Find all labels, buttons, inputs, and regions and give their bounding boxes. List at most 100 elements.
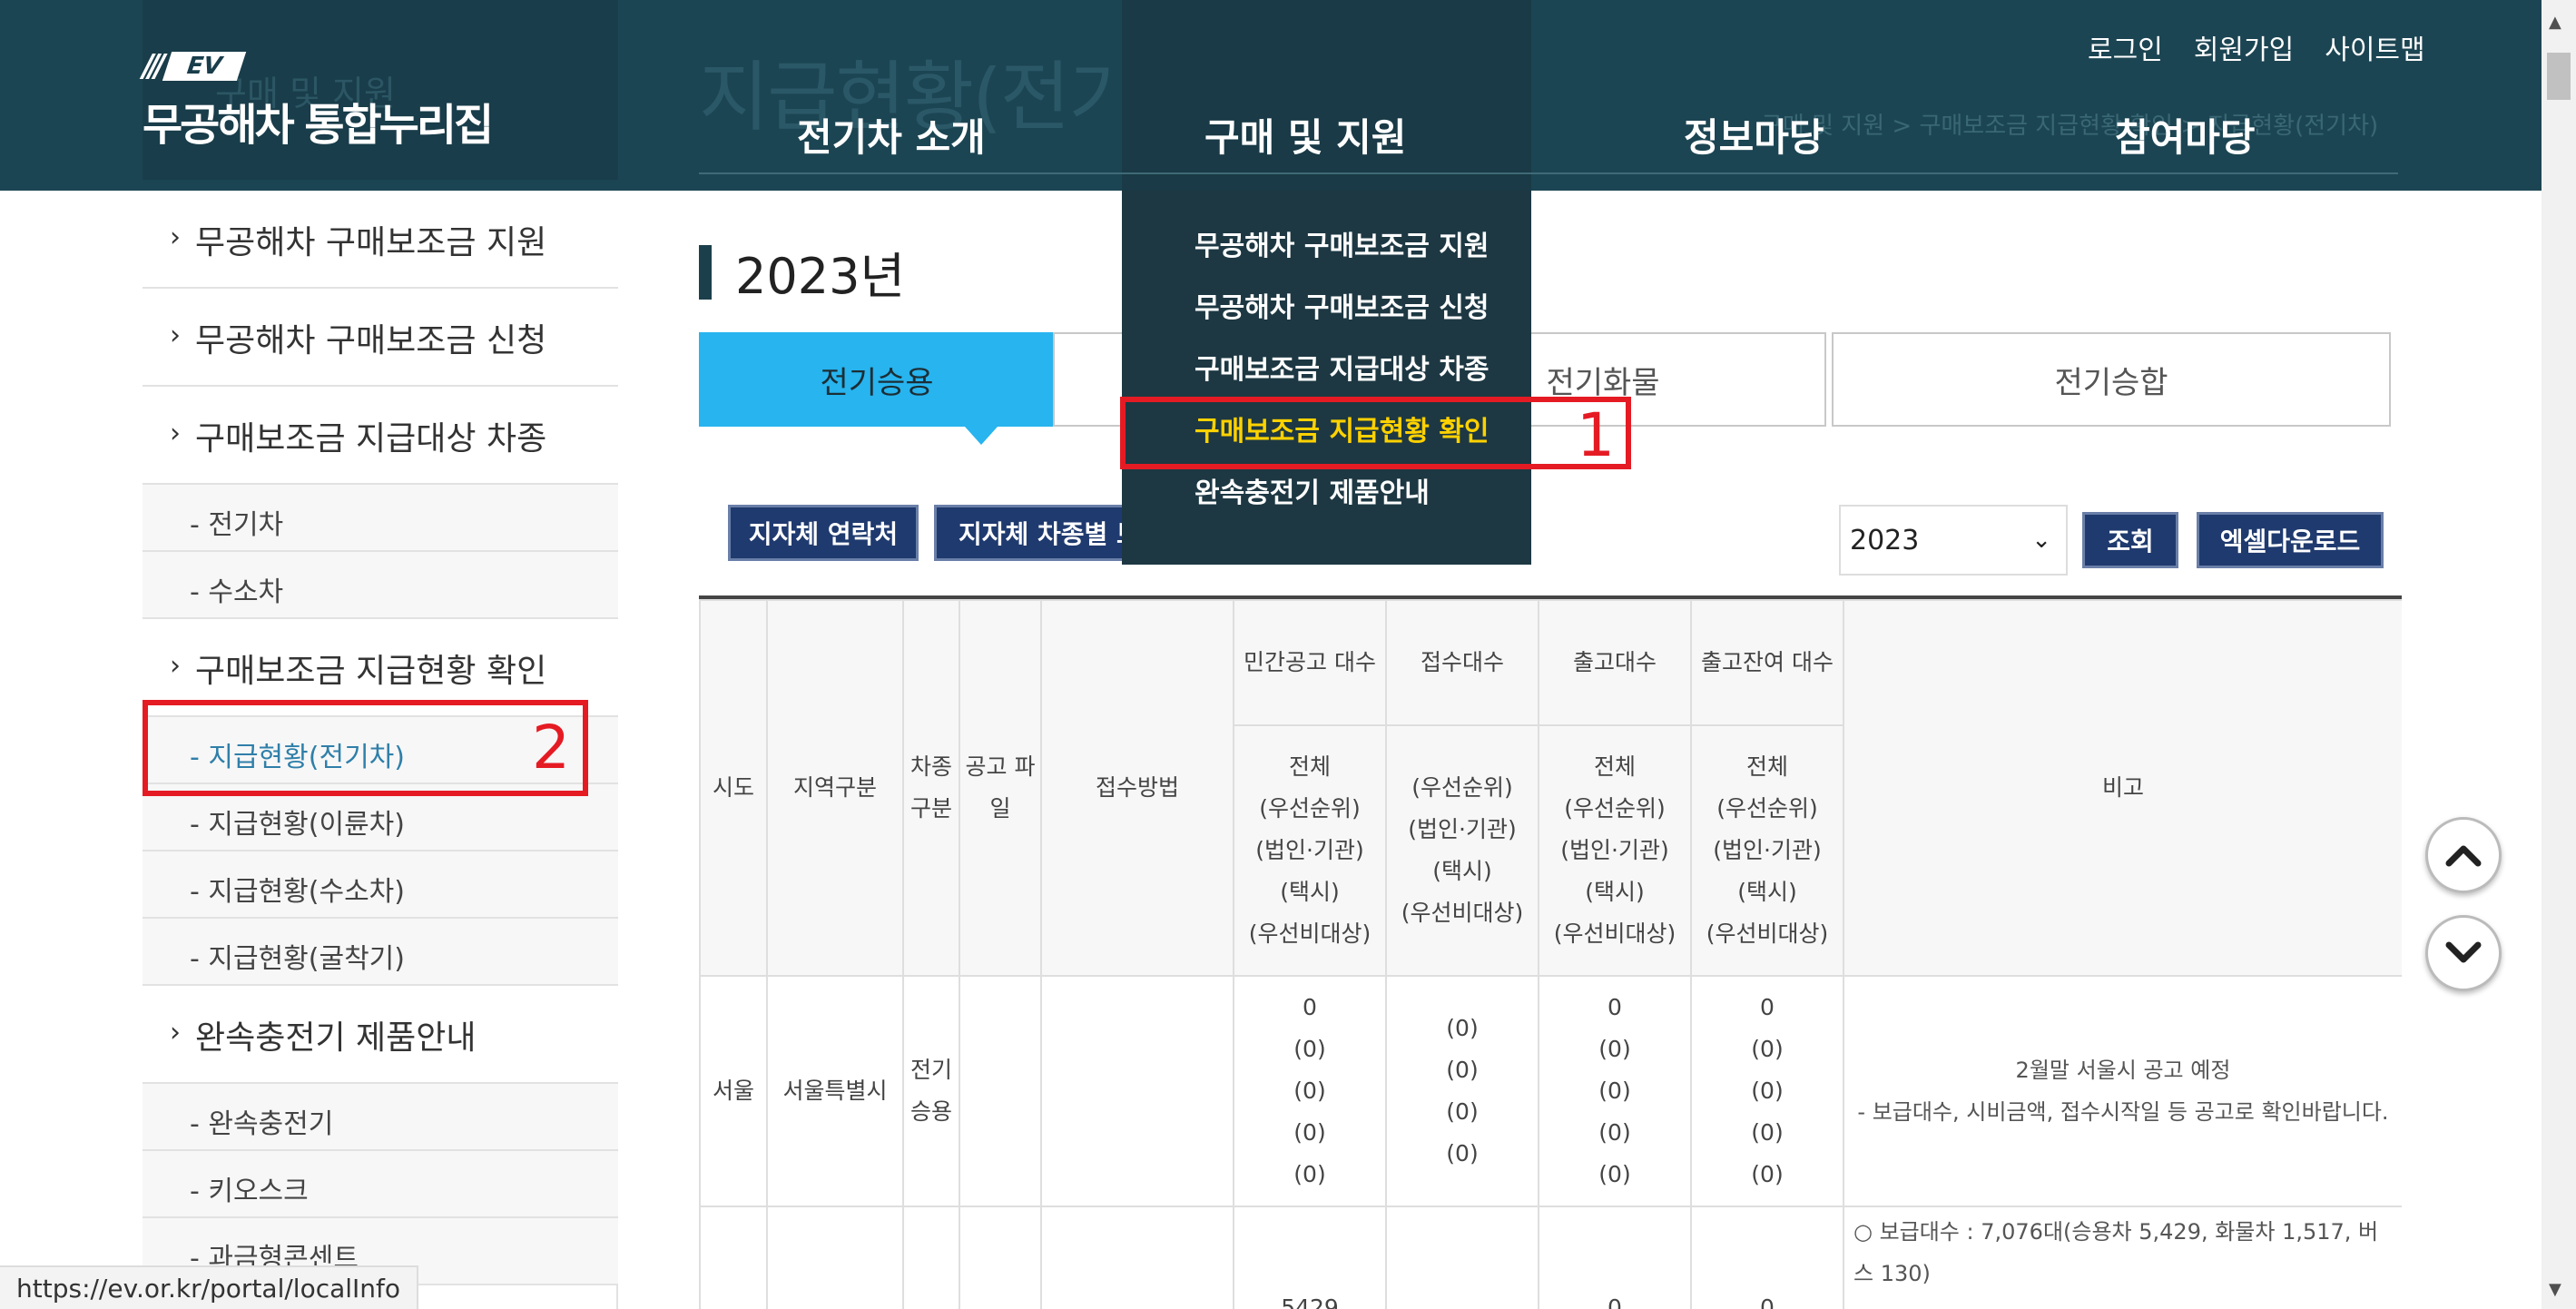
header-public-count: 민간공고 대수 — [1233, 599, 1387, 726]
chevron-down-icon — [2445, 941, 2482, 963]
search-button[interactable]: 조회 — [2082, 512, 2178, 568]
gnb-ev-intro[interactable]: 전기차 소개 — [797, 107, 986, 162]
sidebar-subitem-kiosk[interactable]: - 키오스크 — [143, 1151, 618, 1218]
sidebar-subitem-status-hydrogen[interactable]: - 지급현황(수소차) — [143, 851, 618, 919]
dropdown-item-eligible-models[interactable]: 구매보조금 지급대상 차종 — [1195, 347, 1490, 387]
header-remain-count: 출고잔여 대수 — [1690, 599, 1844, 726]
scrollbar-thumb[interactable] — [2547, 53, 2571, 100]
dropdown-item-subsidy-support[interactable]: 무공해차 구매보조금 지원 — [1195, 223, 1490, 263]
chevron-right-icon: › — [170, 221, 181, 253]
tab-ev-passenger[interactable]: 전기승용 — [699, 332, 1055, 427]
cell-region — [766, 1206, 904, 1309]
scroll-down-arrow-icon[interactable]: ▼ — [2549, 1280, 2561, 1299]
sidebar-item-label: - 지급현황(이륜차) — [190, 809, 405, 841]
heading-bar — [699, 244, 712, 300]
scroll-top-button[interactable] — [2425, 817, 2502, 893]
sidebar-subitem-ev[interactable]: - 전기차 — [143, 485, 618, 552]
annotation-number-1: 1 — [1577, 400, 1615, 470]
utility-links: 로그인 회원가입 사이트맵 — [2088, 27, 2425, 67]
cell-public: 0 (0) (0) (0) (0) — [1233, 975, 1387, 1207]
header-notice-file: 공고 파일 — [959, 599, 1042, 977]
cell-notice-file — [959, 975, 1042, 1207]
logo-slashes: /// — [143, 48, 165, 84]
sidebar-item-label: 무공해차 구매보조금 신청 — [195, 322, 547, 359]
sidebar-item-subsidy-support[interactable]: › 무공해차 구매보조금 지원 — [143, 191, 618, 289]
logo-ev-badge: EV — [162, 52, 247, 81]
gnb-purchase-support[interactable]: 구매 및 지원 — [1204, 107, 1406, 162]
site-header: 지급현황(전기차) 구매 및 지원 > 구매보조금 지급현황 확인 > 지급현황… — [0, 0, 2542, 191]
scroll-up-arrow-icon[interactable]: ▲ — [2549, 13, 2561, 32]
header-divider — [699, 172, 2398, 174]
annotation-number-2: 2 — [532, 713, 570, 782]
sidebar-item-chargers[interactable]: › 완속충전기 제품안내 — [143, 986, 618, 1084]
cell-sido: 서울 — [699, 975, 768, 1207]
tab-ev-bus[interactable]: 전기승합 — [1832, 332, 2391, 427]
cell-released: 0 — [1538, 1206, 1692, 1309]
header-released-count: 출고대수 — [1538, 599, 1692, 726]
browser-status-url: https://ev.or.kr/portal/localInfo — [0, 1265, 419, 1309]
cell-remain: 0 — [1690, 1206, 1844, 1309]
global-navigation: 전기차 소개 구매 및 지원 정보마당 참여마당 — [0, 107, 2542, 162]
sidebar-item-label: - 지급현황(수소차) — [190, 876, 405, 908]
sidebar-item-label: 무공해차 구매보조금 지원 — [195, 224, 547, 261]
sidebar-item-label: - 전기차 — [190, 509, 284, 541]
cell-method — [1040, 975, 1234, 1207]
sidebar-subitem-slow-charger[interactable]: - 완속충전기 — [143, 1084, 618, 1151]
gnb-participation[interactable]: 참여마당 — [2115, 107, 2256, 162]
login-link[interactable]: 로그인 — [2088, 27, 2163, 67]
header-cartype: 차종 구분 — [902, 599, 960, 977]
table-row: 5429 0 0 ○ 보급대수 : 7,076대(승용차 5,429, 화물차 … — [699, 1206, 2402, 1309]
header-sido: 시도 — [699, 599, 768, 977]
subheader-remain: 전체 (우선순위) (법인·기관) (택시) (우선비대상) — [1690, 724, 1844, 977]
subheader-received: (우선순위) (법인·기관) (택시) (우선비대상) — [1385, 724, 1539, 977]
annotation-box-1: 1 — [1120, 397, 1631, 470]
local-contact-button[interactable]: 지자체 연락처 — [728, 505, 919, 561]
cell-note: ○ 보급대수 : 7,076대(승용차 5,429, 화물차 1,517, 버스… — [1843, 1206, 2402, 1309]
scroll-bottom-button[interactable] — [2425, 915, 2502, 991]
sidebar-item-subsidy-apply[interactable]: › 무공해차 구매보조금 신청 — [143, 289, 618, 387]
page-scrollbar[interactable]: ▲ ▼ — [2542, 0, 2576, 1309]
chevron-up-icon — [2445, 845, 2482, 867]
chevron-right-icon: › — [170, 418, 181, 449]
excel-download-button[interactable]: 엑셀다운로드 — [2197, 512, 2384, 568]
subheader-released: 전체 (우선순위) (법인·기관) (택시) (우선비대상) — [1538, 724, 1692, 977]
cell-method — [1040, 1206, 1234, 1309]
cell-cartype: 전기 승용 — [902, 975, 960, 1207]
cell-cartype — [902, 1206, 960, 1309]
dropdown-item-chargers[interactable]: 완속충전기 제품안내 — [1195, 470, 1430, 510]
status-table: 시도 지역구분 차종 구분 공고 파일 접수방법 민간공고 대수 접수대수 출고… — [699, 595, 2402, 1309]
sidebar-item-label: - 지급현황(굴착기) — [190, 943, 405, 975]
cell-region: 서울특별시 — [766, 975, 904, 1207]
sidebar-subitem-status-excavator[interactable]: - 지급현황(굴착기) — [143, 919, 618, 986]
chevron-right-icon: › — [170, 1017, 181, 1048]
dropdown-item-subsidy-apply[interactable]: 무공해차 구매보조금 신청 — [1195, 285, 1490, 325]
cell-notice-file — [959, 1206, 1042, 1309]
sidebar-item-label: 완속충전기 제품안내 — [195, 1019, 477, 1057]
chevron-down-icon: ⌄ — [2031, 527, 2051, 554]
cell-sido — [699, 1206, 768, 1309]
cell-note: 2월말 서울시 공고 예정 - 보급대수, 시비금액, 접수시작일 등 공고로 … — [1843, 975, 2402, 1207]
sidebar-item-label: 구매보조금 지급현황 확인 — [195, 653, 547, 690]
chevron-right-icon: › — [170, 320, 181, 351]
header-method: 접수방법 — [1040, 599, 1234, 977]
sidebar-item-eligible-models[interactable]: › 구매보조금 지급대상 차종 — [143, 387, 618, 485]
sidebar-item-label: - 키오스크 — [190, 1176, 309, 1207]
sidebar-subitem-hydrogen[interactable]: - 수소차 — [143, 552, 618, 619]
sidebar-item-label: - 수소차 — [190, 576, 284, 608]
gnb-info[interactable]: 정보마당 — [1684, 107, 1824, 162]
sidebar-item-label: 구매보조금 지급대상 차종 — [195, 420, 547, 458]
year-heading: 2023년 — [699, 236, 905, 308]
ev-logo-mark: /// EV — [143, 48, 247, 84]
active-tab-pointer — [965, 427, 998, 445]
header-note: 비고 — [1843, 599, 2402, 977]
cell-released: 0 (0) (0) (0) (0) — [1538, 975, 1692, 1207]
subheader-public: 전체 (우선순위) (법인·기관) (택시) (우선비대상) — [1233, 724, 1387, 977]
cell-public: 5429 — [1233, 1206, 1387, 1309]
cell-received: (0) (0) (0) (0) — [1385, 975, 1539, 1207]
sitemap-link[interactable]: 사이트맵 — [2325, 27, 2424, 67]
year-title: 2023년 — [735, 248, 906, 305]
signup-link[interactable]: 회원가입 — [2194, 27, 2294, 67]
table-row: 서울 서울특별시 전기 승용 0 (0) (0) (0) (0) (0) (0) (0) (0… — [699, 975, 2402, 1207]
header-received-count: 접수대수 — [1385, 599, 1539, 726]
year-select[interactable]: 2023 ⌄ — [1839, 505, 2068, 576]
